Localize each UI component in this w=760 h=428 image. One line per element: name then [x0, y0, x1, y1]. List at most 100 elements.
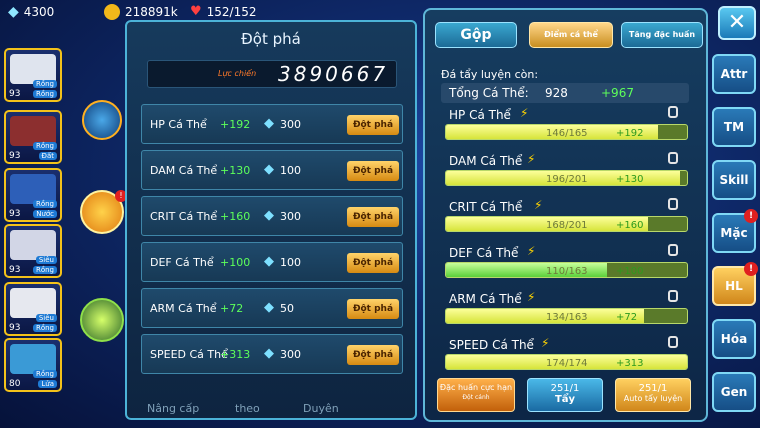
breakthrough-button[interactable]: Đột phá [347, 207, 399, 227]
stat-value: 168/201 [546, 220, 588, 231]
type-tag: Rồng [32, 142, 57, 150]
side-button-label: HL [725, 279, 743, 293]
breakthrough-button[interactable]: Đột phá [347, 253, 399, 273]
stat-progress-bar: 174/174 +313 [445, 354, 688, 370]
energy-amount: 152/152 [206, 4, 257, 19]
stat-bar-row: DEF Cá Thể ⚡ 110/163 +100 [445, 244, 690, 284]
breakthrough-button[interactable]: Đột phá [347, 161, 399, 181]
team-slot[interactable]: 93 Siêu Rồng [4, 282, 62, 336]
gem-cost: 300 [280, 348, 301, 361]
stat-progress-bar: 146/165 +192 [445, 124, 688, 140]
side-button-skill[interactable]: Skill [712, 160, 756, 200]
breakthrough-row: ARM Cá Thể +72 ◆ 50 Đột phá [141, 288, 403, 328]
auto-wash-label: Auto tẩy luyện [623, 394, 683, 403]
team-slot[interactable]: 93 Rồng Nước [4, 168, 62, 222]
stat-name: DAM Cá Thể [449, 154, 523, 168]
side-button-hóa[interactable]: Hóa [712, 319, 756, 359]
side-button-hl[interactable]: HL! [712, 262, 758, 306]
total-label: Tổng Cá Thể: [449, 86, 529, 100]
lock-icon[interactable] [668, 336, 678, 348]
level-label: 93 [9, 209, 21, 219]
side-button-label: TM [723, 120, 745, 134]
lock-icon[interactable] [668, 290, 678, 302]
tab-merge[interactable]: Gộp [435, 22, 517, 48]
side-button-label: Skill [719, 173, 749, 187]
gem-amount: 4300 [23, 5, 55, 19]
type-tag: Đất [38, 152, 57, 160]
auto-wash-count: 251/1 [638, 383, 668, 394]
breakthrough-row: HP Cá Thể +192 ◆ 300 Đột phá [141, 104, 403, 144]
wash-button[interactable]: 251/1 Tẩy [527, 378, 603, 412]
lock-icon[interactable] [668, 152, 678, 164]
combat-power-label: Lực chiến [218, 69, 257, 78]
breakthrough-row: DEF Cá Thể +100 ◆ 100 Đột phá [141, 242, 403, 282]
stat-bonus: +100 [220, 256, 251, 269]
side-button-label: Attr [720, 67, 748, 81]
total-bonus: +967 [601, 86, 634, 100]
breakthrough-button[interactable]: Đột phá [347, 345, 399, 365]
lightning-icon: ⚡ [527, 290, 536, 304]
stat-progress-bar: 168/201 +160 [445, 216, 688, 232]
stat-bonus: +72 [616, 312, 638, 323]
lock-icon[interactable] [668, 198, 678, 210]
diamond-icon: ◆ [8, 4, 19, 20]
side-button-label: Mặc [720, 226, 748, 240]
evolve-orb-icon[interactable] [82, 100, 122, 140]
total-individual-row: Tổng Cá Thể: 928 +967 [441, 83, 689, 103]
breakthrough-button[interactable]: Đột phá [347, 299, 399, 319]
stat-bar-row: CRIT Cá Thể ⚡ 168/201 +160 [445, 198, 690, 238]
combat-power-box: Lực chiến 3890667 [147, 60, 397, 88]
fate-label: Duyên [303, 402, 339, 415]
side-button-gen[interactable]: Gen [712, 372, 756, 412]
lock-icon[interactable] [668, 244, 678, 256]
breakthrough-button[interactable]: Đột phá [347, 115, 399, 135]
individual-points-panel: Gộp Điểm cá thể Tăng đặc huấn Đá tẩy luy… [423, 8, 708, 422]
breakthrough-row: SPEED Cá Thể +313 ◆ 300 Đột phá [141, 334, 403, 374]
diamond-icon: ◆ [264, 116, 274, 131]
type-tag: Siêu [35, 314, 57, 322]
lightning-icon: ⚡ [527, 152, 536, 166]
side-button-tm[interactable]: TM [712, 107, 756, 147]
level-label: 93 [9, 323, 21, 333]
stat-bar-row: SPEED Cá Thể ⚡ 174/174 +313 [445, 336, 690, 376]
lightning-icon: ⚡ [541, 336, 550, 350]
stat-bar-row: ARM Cá Thể ⚡ 134/163 +72 [445, 290, 690, 330]
special-training-label: Đặc huấn cực hạn [439, 383, 513, 392]
skill-tree-icon[interactable] [80, 298, 124, 342]
diamond-icon: ◆ [264, 346, 274, 361]
level-label: 93 [9, 89, 21, 99]
type-tag: Nước [33, 210, 57, 218]
diamond-icon: ◆ [264, 162, 274, 177]
special-training-button[interactable]: Đặc huấn cực hạn Đột cánh [437, 378, 515, 412]
breakthrough-title: Đột phá [241, 30, 301, 48]
alert-badge: ! [744, 262, 758, 276]
stat-name: HP Cá Thể [449, 108, 511, 122]
alert-badge: ! [744, 209, 758, 223]
diamond-icon: ◆ [264, 208, 274, 223]
stat-bonus: +192 [220, 118, 251, 131]
gold-counter: 218891k [104, 4, 178, 20]
tab-special-training[interactable]: Tăng đặc huấn [621, 22, 703, 48]
lock-icon[interactable] [668, 106, 678, 118]
level-label: 93 [9, 265, 21, 275]
team-slot[interactable]: 93 Rồng Rồng [4, 48, 62, 102]
stat-value: 174/174 [546, 358, 588, 369]
stat-progress-bar: 134/163 +72 [445, 308, 688, 324]
side-button-attr[interactable]: Attr [712, 54, 756, 94]
side-button-mặc[interactable]: Mặc! [712, 209, 758, 253]
stat-bonus: +313 [616, 358, 644, 369]
team-slot[interactable]: 80 Rồng Lửa [4, 338, 62, 392]
team-slot[interactable]: 93 Rồng Đất [4, 110, 62, 164]
team-slot[interactable]: 93 Siêu Rồng [4, 224, 62, 278]
close-icon: ✕ [727, 10, 747, 35]
stat-bonus: +313 [220, 348, 251, 361]
type-tag: Rồng [32, 370, 57, 378]
close-button[interactable]: ✕ [718, 6, 756, 40]
tab-individual-points[interactable]: Điểm cá thể [529, 22, 613, 48]
stat-bonus: +100 [616, 266, 644, 277]
level-label: 93 [9, 151, 21, 161]
stat-name: DAM Cá Thể [150, 164, 218, 177]
type-tag: Rồng [32, 80, 57, 88]
auto-wash-button[interactable]: 251/1 Auto tẩy luyện [615, 378, 691, 412]
lightning-icon: ⚡ [527, 244, 536, 258]
